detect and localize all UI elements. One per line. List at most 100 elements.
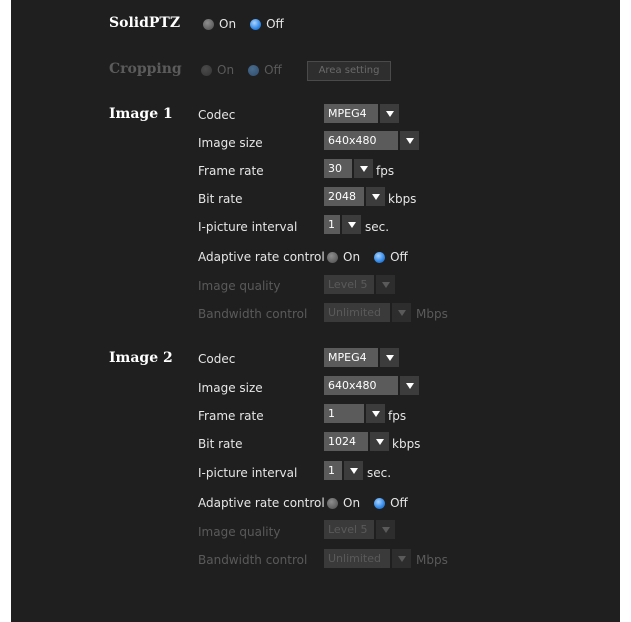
image1-ipicture-select[interactable]: 1 [324, 215, 361, 234]
image2-adaptive-radio-group: On Off [327, 494, 422, 512]
image1-codec-select[interactable]: MPEG4 [324, 104, 399, 123]
image2-adaptive-off-label: Off [390, 496, 408, 510]
solidptz-on-radio[interactable]: On [203, 17, 236, 31]
image1-ipicture-value: 1 [324, 215, 340, 234]
chevron-down-icon[interactable] [392, 549, 411, 568]
chevron-down-icon[interactable] [380, 348, 399, 367]
image1-frame-rate-value: 30 [324, 159, 352, 178]
chevron-down-icon[interactable] [344, 461, 363, 480]
image1-adaptive-on-radio[interactable]: On [327, 250, 360, 264]
image2-bandwidth-select[interactable]: Unlimited [324, 549, 411, 568]
image2-ipicture-unit: sec. [367, 466, 392, 480]
image1-adaptive-radio-group: On Off [327, 248, 422, 266]
solidptz-on-label: On [219, 17, 237, 31]
cropping-on-radio[interactable]: On [201, 63, 234, 77]
cropping-radio-group: On Off [201, 61, 296, 79]
image2-bit-rate-unit: kbps [392, 437, 421, 451]
image1-ipicture-label: I-picture interval [198, 220, 298, 234]
image1-frame-rate-select[interactable]: 30 [324, 159, 373, 178]
image1-bandwidth-select[interactable]: Unlimited [324, 303, 411, 322]
solidptz-off-label: Off [266, 17, 284, 31]
image2-image-quality-label: Image quality [198, 525, 281, 539]
radio-unselected-icon [327, 497, 338, 509]
chevron-down-icon[interactable] [354, 159, 373, 178]
image1-image-size-value: 640x480 [324, 131, 398, 150]
image1-bit-rate-unit: kbps [388, 192, 417, 206]
image2-ipicture-value: 1 [324, 461, 342, 480]
image2-codec-value: MPEG4 [324, 348, 378, 367]
image2-image-size-label: Image size [198, 381, 263, 395]
image2-bandwidth-unit: Mbps [416, 553, 448, 567]
image2-adaptive-on-label: On [343, 496, 361, 510]
image2-image-quality-select[interactable]: Level 5 [324, 520, 395, 539]
image2-adaptive-label: Adaptive rate control [198, 496, 325, 510]
image2-adaptive-on-radio[interactable]: On [327, 496, 360, 510]
radio-unselected-icon [201, 64, 212, 76]
image1-frame-rate-unit: fps [376, 164, 395, 178]
image2-ipicture-select[interactable]: 1 [324, 461, 363, 480]
chevron-down-icon[interactable] [376, 520, 395, 539]
image1-label: Image 1 [109, 106, 173, 122]
image2-image-size-select[interactable]: 640x480 [324, 376, 419, 395]
image1-image-quality-label: Image quality [198, 279, 281, 293]
chevron-down-icon[interactable] [366, 187, 385, 206]
image1-adaptive-off-radio[interactable]: Off [374, 250, 408, 264]
image1-bit-rate-label: Bit rate [198, 192, 243, 206]
image2-frame-rate-unit: fps [388, 409, 407, 423]
image1-codec-label: Codec [198, 108, 236, 122]
chevron-down-icon[interactable] [376, 275, 395, 294]
image1-image-size-label: Image size [198, 136, 263, 150]
cropping-off-radio[interactable]: Off [248, 63, 282, 77]
image1-codec-value: MPEG4 [324, 104, 378, 123]
settings-panel: SolidPTZ On Off Cropping On Off Area set… [11, 0, 620, 622]
image1-bandwidth-label: Bandwidth control [198, 307, 308, 321]
image2-label: Image 2 [109, 350, 173, 366]
radio-unselected-icon [327, 251, 338, 263]
radio-selected-icon [374, 497, 386, 509]
image2-bit-rate-label: Bit rate [198, 437, 243, 451]
image1-image-quality-select[interactable]: Level 5 [324, 275, 395, 294]
image2-codec-label: Codec [198, 352, 236, 366]
image2-bandwidth-label: Bandwidth control [198, 553, 308, 567]
chevron-down-icon[interactable] [400, 376, 419, 395]
chevron-down-icon[interactable] [392, 303, 411, 322]
cropping-on-label: On [217, 63, 235, 77]
image1-image-quality-value: Level 5 [324, 275, 374, 294]
image2-bandwidth-value: Unlimited [324, 549, 390, 568]
chevron-down-icon[interactable] [366, 404, 385, 423]
chevron-down-icon[interactable] [380, 104, 399, 123]
image1-adaptive-label: Adaptive rate control [198, 250, 325, 264]
image2-image-size-value: 640x480 [324, 376, 398, 395]
image1-ipicture-unit: sec. [365, 220, 390, 234]
radio-unselected-icon [203, 18, 214, 30]
image1-bandwidth-value: Unlimited [324, 303, 390, 322]
radio-selected-icon [250, 18, 262, 30]
image1-bandwidth-unit: Mbps [416, 307, 448, 321]
image1-adaptive-on-label: On [343, 250, 361, 264]
image2-frame-rate-label: Frame rate [198, 409, 264, 423]
image2-codec-select[interactable]: MPEG4 [324, 348, 399, 367]
radio-selected-icon [248, 64, 260, 76]
image1-adaptive-off-label: Off [390, 250, 408, 264]
image2-ipicture-label: I-picture interval [198, 466, 298, 480]
solidptz-radio-group: On Off [203, 15, 298, 33]
cropping-label: Cropping [109, 61, 182, 77]
image2-image-quality-value: Level 5 [324, 520, 374, 539]
image1-frame-rate-label: Frame rate [198, 164, 264, 178]
image1-image-size-select[interactable]: 640x480 [324, 131, 419, 150]
image2-adaptive-off-radio[interactable]: Off [374, 496, 408, 510]
solidptz-off-radio[interactable]: Off [250, 17, 284, 31]
cropping-off-label: Off [264, 63, 282, 77]
solidptz-label: SolidPTZ [109, 15, 181, 31]
image2-frame-rate-select[interactable]: 1 [324, 404, 385, 423]
chevron-down-icon[interactable] [370, 432, 389, 451]
chevron-down-icon[interactable] [342, 215, 361, 234]
radio-selected-icon [374, 251, 386, 263]
image2-bit-rate-value: 1024 [324, 432, 368, 451]
area-setting-button[interactable]: Area setting [307, 61, 391, 81]
image1-bit-rate-value: 2048 [324, 187, 364, 206]
image2-frame-rate-value: 1 [324, 404, 364, 423]
chevron-down-icon[interactable] [400, 131, 419, 150]
image2-bit-rate-select[interactable]: 1024 [324, 432, 389, 451]
image1-bit-rate-select[interactable]: 2048 [324, 187, 385, 206]
